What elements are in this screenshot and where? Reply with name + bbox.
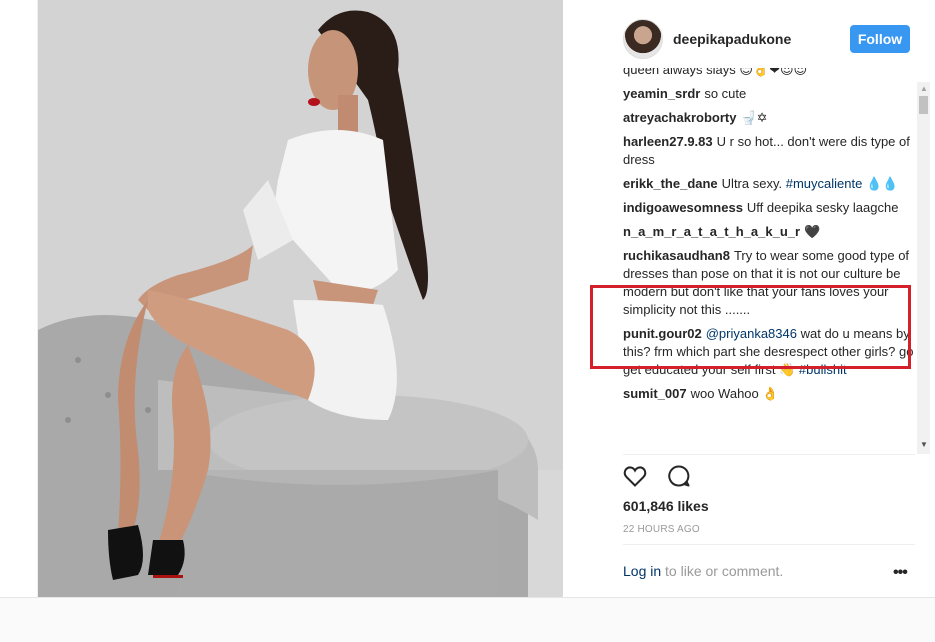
comment-username[interactable]: sumit_007 (623, 386, 687, 401)
comment-item: harleen27.9.83 U r so hot... don't were d… (623, 133, 915, 169)
login-prompt-text: to like or comment. (661, 563, 784, 579)
comment-text: so cute (704, 86, 747, 101)
divider (623, 454, 915, 455)
comment-icon[interactable] (667, 464, 691, 493)
hashtag-link[interactable]: #muycaliente (786, 176, 863, 191)
comment-item: indigoawesomness Uff deepika sesky laagch… (623, 199, 915, 217)
comment-item: sumit_007 woo Wahoo 👌 (623, 385, 915, 403)
hashtag-link[interactable]: #bullshit (799, 362, 847, 377)
comment-username[interactable]: punit.gour02 (623, 326, 702, 341)
username-link[interactable]: deepikapadukone (673, 31, 791, 47)
more-options-button[interactable]: ••• (893, 564, 908, 582)
likes-count[interactable]: 601,846 likes (623, 498, 709, 514)
comment-text: queen always slays 😊👌❤😍😍 (623, 68, 808, 77)
comment-username[interactable]: harleen27.9.83 (623, 134, 713, 149)
comment-username[interactable]: erikk_the_dane (623, 176, 718, 191)
comments-list[interactable]: queen always slays 😊👌❤😍😍 yeamin_srdr so c… (623, 68, 915, 454)
comment-item: punit.gour02 @priyanka8346 wat do u means… (623, 325, 915, 379)
comments-scrollbar[interactable] (917, 82, 930, 454)
post-side-panel: deepikapadukone Follow queen always slay… (563, 0, 935, 597)
comment-item-highlighted: ruchikasaudhan8 Try to wear some good typ… (623, 247, 915, 319)
avatar[interactable] (623, 19, 663, 59)
comment-item: n_a_m_r_a_t_a_t_h_a_k_u_r 🖤 (623, 223, 915, 241)
comment-username[interactable]: yeamin_srdr (623, 86, 700, 101)
comment-username[interactable]: n_a_m_r_a_t_a_t_h_a_k_u_r (623, 224, 800, 239)
follow-button[interactable]: Follow (850, 25, 910, 53)
heart-icon[interactable] (623, 465, 647, 492)
comment-item: yeamin_srdr so cute (623, 85, 915, 103)
comment-text: Ultra sexy. (721, 176, 786, 191)
mention-link[interactable]: @priyanka8346 (706, 326, 797, 341)
login-prompt: Log in to like or comment. (623, 563, 783, 579)
post-header: deepikapadukone Follow (563, 0, 935, 76)
scrollbar-thumb[interactable] (919, 96, 928, 114)
photo-illustration (38, 0, 563, 597)
post-frame: deepikapadukone Follow queen always slay… (0, 0, 935, 598)
comment-username[interactable]: indigoawesomness (623, 200, 743, 215)
comment-text: woo Wahoo 👌 (690, 386, 779, 401)
comment-text: 🚽✡ (740, 110, 768, 125)
post-photo[interactable] (38, 0, 563, 597)
post-timestamp[interactable]: 22 HOURS AGO (623, 524, 700, 535)
comment-item: atreyachakroborty 🚽✡ (623, 109, 915, 127)
comment-item: erikk_the_dane Ultra sexy. #muycaliente 💧… (623, 175, 915, 193)
comment-item: queen always slays 😊👌❤😍😍 (623, 68, 915, 79)
left-gutter (0, 0, 38, 597)
comment-text: Uff deepika sesky laagche (746, 200, 899, 215)
comment-username[interactable]: atreyachakroborty (623, 110, 736, 125)
login-link[interactable]: Log in (623, 563, 661, 579)
comment-text: 🖤 (804, 224, 821, 239)
scroll-up-arrow-icon[interactable]: ▲ (920, 84, 928, 93)
action-bar (623, 464, 707, 490)
scroll-down-arrow-icon[interactable]: ▼ (920, 440, 928, 449)
comment-text-tail: 💧💧 (862, 176, 899, 191)
divider (623, 544, 915, 545)
comment-username[interactable]: ruchikasaudhan8 (623, 248, 730, 263)
